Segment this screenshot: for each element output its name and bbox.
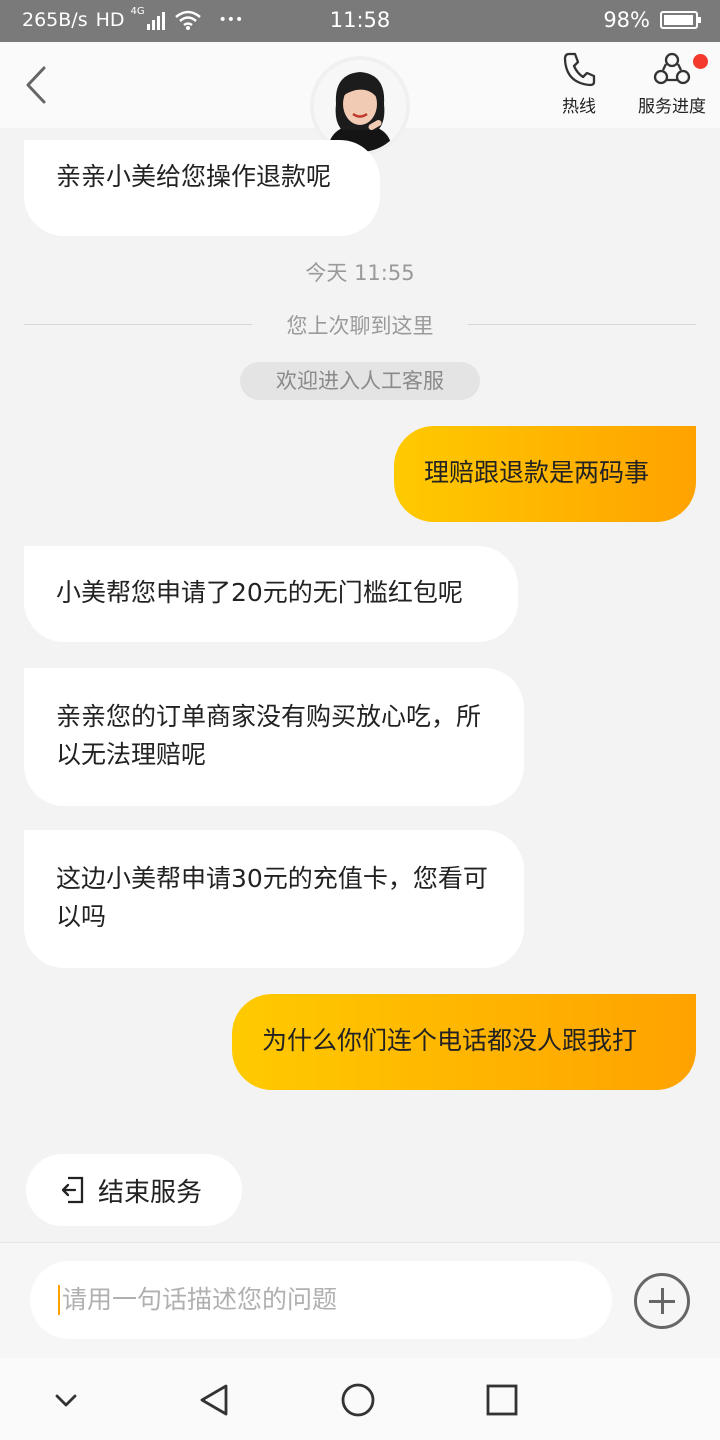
system-notice: 欢迎进入人工客服 <box>240 362 480 400</box>
message-input[interactable]: 请用一句话描述您的问题 <box>30 1261 612 1339</box>
agent-message: 亲亲小美给您操作退款呢 <box>24 140 380 236</box>
user-message: 理赔跟退款是两码事 <box>394 426 696 522</box>
agent-message: 这边小美帮申请30元的充值卡，您看可以吗 <box>24 830 524 968</box>
battery-fill <box>664 15 694 25</box>
phone-icon <box>563 52 596 87</box>
agent-message: 亲亲您的订单商家没有购买放心吃，所以无法理赔呢 <box>24 668 524 806</box>
input-placeholder: 请用一句话描述您的问题 <box>62 1285 338 1314</box>
add-attachment-button[interactable] <box>634 1273 690 1329</box>
hotline-button[interactable]: 热线 <box>548 50 610 117</box>
nav-recents-icon[interactable] <box>480 1378 524 1422</box>
back-chevron-icon[interactable] <box>16 60 60 110</box>
system-nav-bar <box>0 1358 720 1440</box>
status-bar: 265B/s HD 4G ••• 11:58 98% <box>0 0 720 42</box>
user-message: 为什么你们连个电话都没人跟我打 <box>232 994 696 1090</box>
agent-message: 小美帮您申请了20元的无门槛红包呢 <box>24 546 518 642</box>
end-service-button[interactable]: 结束服务 <box>26 1154 242 1226</box>
chat-header: 热线 服务进度 <box>0 42 720 156</box>
nav-back-icon[interactable] <box>194 1378 238 1422</box>
input-bar: 请用一句话描述您的问题 <box>0 1242 720 1358</box>
history-divider: 您上次聊到这里 <box>24 310 696 338</box>
battery-icon <box>660 11 701 29</box>
service-progress-label: 服务进度 <box>638 97 706 117</box>
battery-percent: 98% <box>603 8 650 32</box>
status-right: 98% <box>603 8 701 32</box>
service-progress-button[interactable]: 服务进度 <box>632 50 712 117</box>
notification-dot <box>693 54 708 69</box>
exit-icon <box>61 1176 84 1204</box>
hotline-label: 热线 <box>562 97 596 117</box>
time-label: 今天 11:55 <box>305 261 415 285</box>
divider-line-right <box>468 324 696 325</box>
text-caret <box>58 1285 60 1315</box>
end-service-label: 结束服务 <box>98 1177 203 1208</box>
agent-portrait-icon <box>314 60 406 152</box>
service-progress-icon <box>653 52 691 85</box>
hide-keyboard-icon[interactable] <box>44 1378 88 1422</box>
divider-text: 您上次聊到这里 <box>286 314 434 338</box>
nav-home-icon[interactable] <box>336 1378 380 1422</box>
